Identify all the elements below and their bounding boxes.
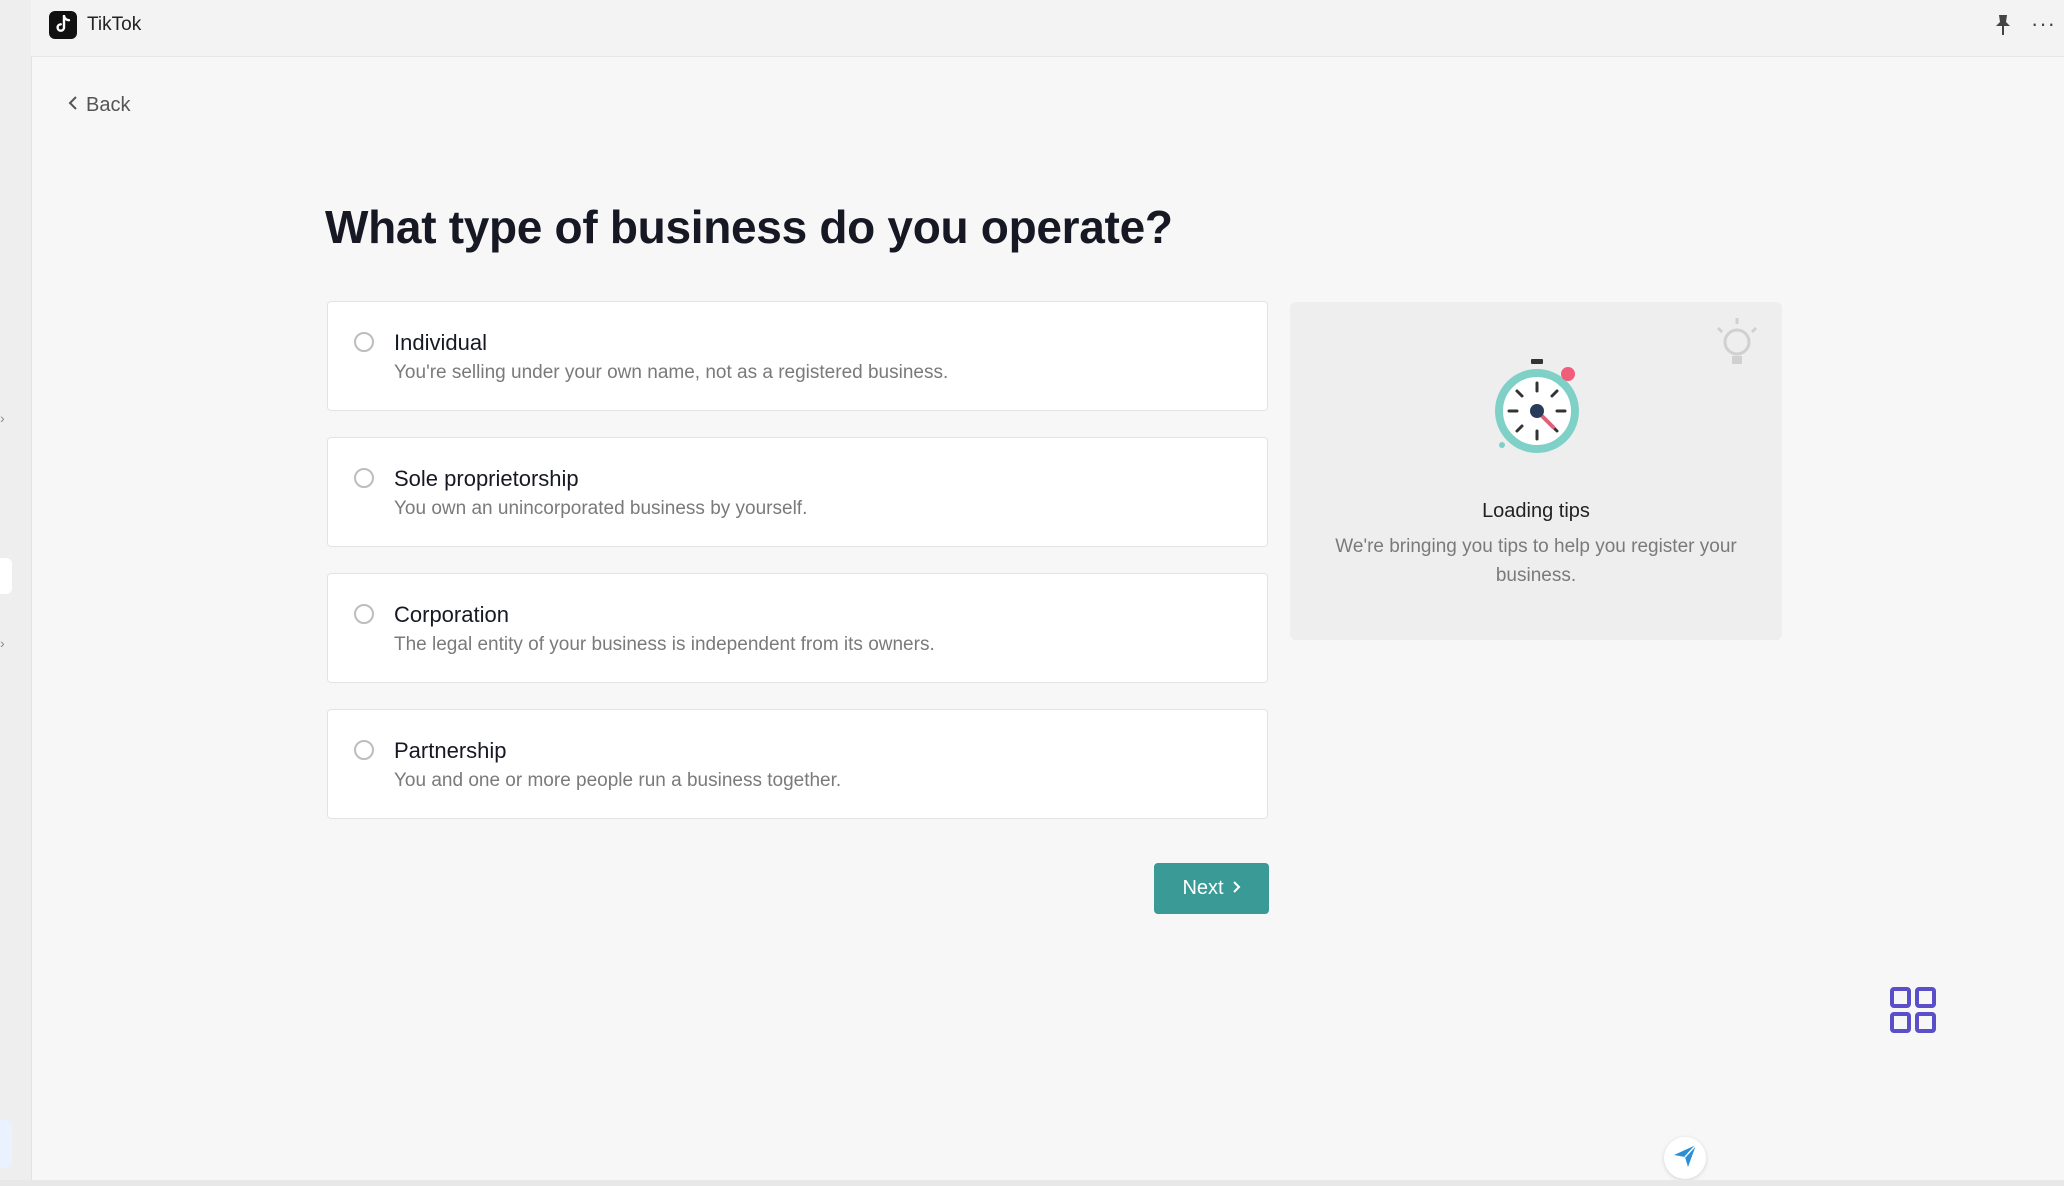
send-button[interactable] — [1664, 1137, 1706, 1179]
left-rail: › › — [0, 0, 32, 1186]
option-sole-proprietorship[interactable]: Sole proprietorship You own an unincorpo… — [327, 437, 1268, 547]
back-button[interactable]: Back — [68, 94, 130, 117]
rail-handle[interactable] — [0, 1120, 12, 1168]
pin-icon[interactable] — [1994, 14, 2012, 41]
tiktok-logo-icon — [49, 11, 77, 39]
radio-button[interactable] — [354, 740, 374, 760]
back-label: Back — [86, 94, 131, 116]
tips-description: We're bringing you tips to help you regi… — [1335, 536, 1737, 586]
stopwatch-icon — [1492, 357, 1582, 462]
radio-button[interactable] — [354, 604, 374, 624]
chevron-right-icon[interactable]: › — [0, 411, 5, 425]
radio-button[interactable] — [354, 332, 374, 352]
option-description: You and one or more people run a busines… — [394, 770, 842, 791]
option-title: Individual — [394, 330, 487, 355]
send-icon — [1672, 1143, 1698, 1174]
chevron-left-icon — [68, 94, 78, 117]
app-title: TikTok — [87, 14, 142, 35]
option-individual[interactable]: Individual You're selling under your own… — [327, 301, 1268, 411]
radio-button[interactable] — [354, 468, 374, 488]
option-description: You own an unincorporated business by yo… — [394, 498, 808, 519]
option-title: Corporation — [394, 602, 509, 627]
option-corporation[interactable]: Corporation The legal entity of your bus… — [327, 573, 1268, 683]
rail-handle[interactable] — [0, 558, 12, 594]
option-title: Partnership — [394, 738, 507, 763]
title-bar: TikTok ··· — [31, 0, 2064, 57]
lightbulb-icon — [1712, 316, 1762, 377]
chevron-right-icon — [1232, 877, 1241, 900]
bottom-bar — [0, 1180, 2064, 1186]
option-partnership[interactable]: Partnership You and one or more people r… — [327, 709, 1268, 819]
grid-icon[interactable] — [1889, 986, 1937, 1039]
more-icon[interactable]: ··· — [2031, 13, 2056, 35]
chevron-right-icon[interactable]: › — [0, 636, 5, 650]
option-description: The legal entity of your business is ind… — [394, 634, 935, 655]
tips-panel: Loading tips We're bringing you tips to … — [1290, 302, 1782, 640]
option-title: Sole proprietorship — [394, 466, 579, 491]
next-button[interactable]: Next — [1154, 863, 1269, 914]
page-title: What type of business do you operate? — [325, 201, 1173, 253]
option-description: You're selling under your own name, not … — [394, 362, 949, 383]
tips-title: Loading tips — [1482, 500, 1590, 522]
next-label: Next — [1182, 877, 1224, 899]
